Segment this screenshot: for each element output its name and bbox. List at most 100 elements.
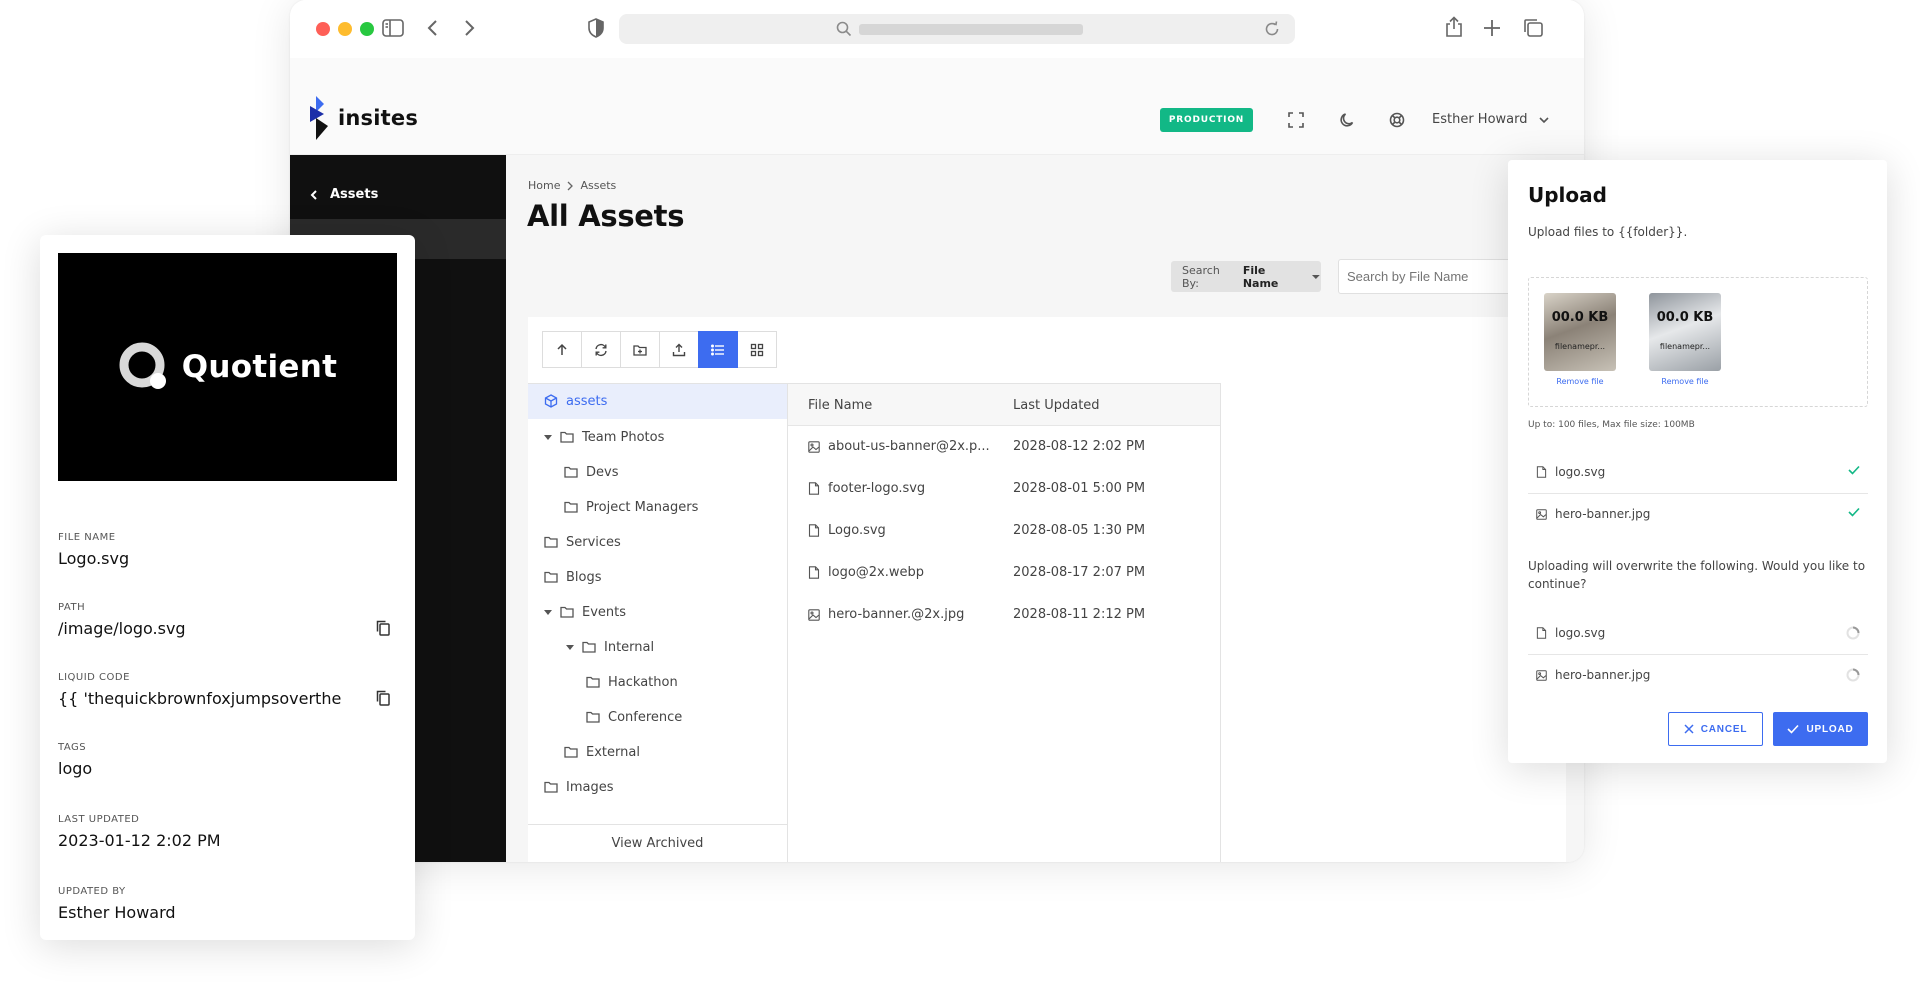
refresh-button[interactable] (581, 331, 621, 368)
meta-label: UPDATED BY (58, 886, 126, 897)
new-tab-icon[interactable] (1482, 18, 1502, 38)
file-updated: 2028-08-11 2:12 PM (1013, 607, 1146, 622)
maximize-window-button[interactable] (360, 22, 374, 36)
folder-icon (582, 641, 596, 653)
tree-item-conference[interactable]: Conference (586, 707, 682, 727)
shield-icon[interactable] (587, 18, 605, 38)
chevron-right-icon (568, 181, 574, 190)
confirm-upload-button[interactable]: UPLOAD (1773, 712, 1868, 746)
tree-item-hackathon[interactable]: Hackathon (586, 672, 678, 692)
meta-value: 2023-01-12 2:02 PM (58, 831, 221, 850)
preview-brand: Quotient (181, 349, 338, 385)
tree-item-label: Devs (586, 464, 619, 480)
tree-item-team-photos[interactable]: Team Photos (544, 427, 664, 447)
table-row[interactable]: Logo.svg 2028-08-05 1:30 PM (788, 510, 1220, 552)
back-arrow-icon[interactable] (426, 18, 440, 38)
app-header: insites PRODUCTION Esther Howard (290, 58, 1584, 155)
sidebar-back-assets[interactable]: Assets (310, 187, 378, 202)
reload-icon[interactable] (1263, 20, 1281, 38)
tree-item-internal[interactable]: Internal (566, 637, 654, 657)
upload-button[interactable] (659, 331, 699, 368)
file-updated: 2028-08-12 2:02 PM (1013, 439, 1146, 454)
thumb-name: filenamepr... (1659, 342, 1711, 351)
grid-view-button[interactable] (737, 331, 777, 368)
upload-thumbnail: 00.0 KB filenamepr... (1544, 293, 1616, 371)
file-table-header: File Name Last Updated (788, 384, 1220, 426)
tree-item-images[interactable]: Images (544, 777, 614, 797)
search-by-dropdown[interactable]: Search By: File Name (1171, 261, 1321, 292)
thumb-size: 00.0 KB (1551, 310, 1609, 325)
list-icon (711, 344, 724, 355)
caret-down-icon[interactable] (566, 643, 574, 651)
upload-title: Upload (1528, 183, 1607, 207)
tabs-overview-icon[interactable] (1522, 18, 1544, 38)
cancel-button[interactable]: CANCEL (1668, 712, 1763, 746)
table-row[interactable]: logo@2x.webp 2028-08-17 2:07 PM (788, 552, 1220, 594)
list-view-button[interactable] (698, 331, 738, 368)
tree-item-label: Events (582, 604, 627, 620)
environment-badge[interactable]: PRODUCTION (1160, 108, 1253, 132)
file-name-cell: logo@2x.webp (808, 565, 994, 580)
tree-item-events[interactable]: Events (544, 602, 626, 622)
tree-item-project-managers[interactable]: Project Managers (564, 497, 698, 517)
dark-mode-icon[interactable] (1339, 112, 1355, 128)
meta-updated-by: UPDATED BY Esther Howard (58, 886, 398, 922)
view-archived-button[interactable]: View Archived (528, 824, 787, 862)
tree-item-devs[interactable]: Devs (564, 462, 618, 482)
forward-arrow-icon[interactable] (462, 18, 476, 38)
arrow-up-icon (557, 343, 567, 355)
new-folder-button[interactable] (620, 331, 660, 368)
close-window-button[interactable] (316, 22, 330, 36)
folder-icon (564, 501, 578, 513)
sidebar-toggle-icon[interactable] (382, 18, 404, 38)
check-icon (1848, 507, 1860, 517)
meta-label: PATH (58, 602, 86, 613)
copy-icon[interactable] (376, 620, 390, 636)
chevron-down-icon[interactable] (1538, 114, 1550, 126)
tree-item-external[interactable]: External (564, 742, 640, 762)
tree-item-services[interactable]: Services (544, 532, 621, 552)
upload-subtitle: Upload files to {{folder}}. (1528, 225, 1688, 239)
tree-item-label: Services (566, 534, 621, 550)
breadcrumb-home[interactable]: Home (528, 179, 560, 192)
grid-icon (750, 343, 764, 356)
tree-item-assets[interactable]: assets (544, 391, 607, 411)
caret-down-icon[interactable] (544, 608, 552, 616)
table-row[interactable]: about-us-banner@2x.p... 2028-08-12 2:02 … (788, 426, 1220, 468)
column-file-name[interactable]: File Name (808, 398, 872, 413)
remove-file-link[interactable]: Remove file (1544, 377, 1616, 386)
insites-logo[interactable]: insites (310, 96, 418, 140)
meta-value: Esther Howard (58, 903, 176, 922)
tree-item-label: Team Photos (582, 429, 665, 445)
go-up-button[interactable] (542, 331, 582, 368)
image-icon (808, 608, 820, 621)
folder-icon (544, 536, 558, 548)
folder-icon (586, 711, 600, 723)
remove-file-link[interactable]: Remove file (1649, 377, 1721, 386)
spinner-icon (1846, 626, 1860, 640)
breadcrumb: Home Assets (528, 179, 616, 192)
file-updated: 2028-08-01 5:00 PM (1013, 481, 1146, 496)
folder-icon (560, 606, 574, 618)
upload-dropzone[interactable]: 00.0 KB filenamepr... Remove file 00.0 K… (1528, 277, 1868, 407)
folder-icon (586, 676, 600, 688)
file-icon (808, 524, 820, 537)
address-bar[interactable] (619, 14, 1295, 44)
column-last-updated[interactable]: Last Updated (1013, 398, 1100, 413)
tree-item-blogs[interactable]: Blogs (544, 567, 602, 587)
file-name-cell: hero-banner.@2x.jpg (808, 607, 994, 622)
thumb-size: 00.0 KB (1656, 310, 1714, 325)
file-name-cell: about-us-banner@2x.p... (808, 439, 994, 454)
breadcrumb-assets[interactable]: Assets (580, 179, 616, 192)
copy-icon[interactable] (376, 690, 390, 706)
table-row[interactable]: hero-banner.@2x.jpg 2028-08-11 2:12 PM (788, 594, 1220, 636)
minimize-window-button[interactable] (338, 22, 352, 36)
caret-down-icon[interactable] (544, 433, 552, 441)
fullscreen-icon[interactable] (1288, 112, 1304, 128)
user-name[interactable]: Esther Howard (1432, 112, 1528, 127)
quotient-logo-icon (119, 342, 166, 389)
share-icon[interactable] (1445, 16, 1463, 38)
spinner-icon (1846, 668, 1860, 682)
help-icon[interactable] (1389, 112, 1405, 128)
table-row[interactable]: footer-logo.svg 2028-08-01 5:00 PM (788, 468, 1220, 510)
